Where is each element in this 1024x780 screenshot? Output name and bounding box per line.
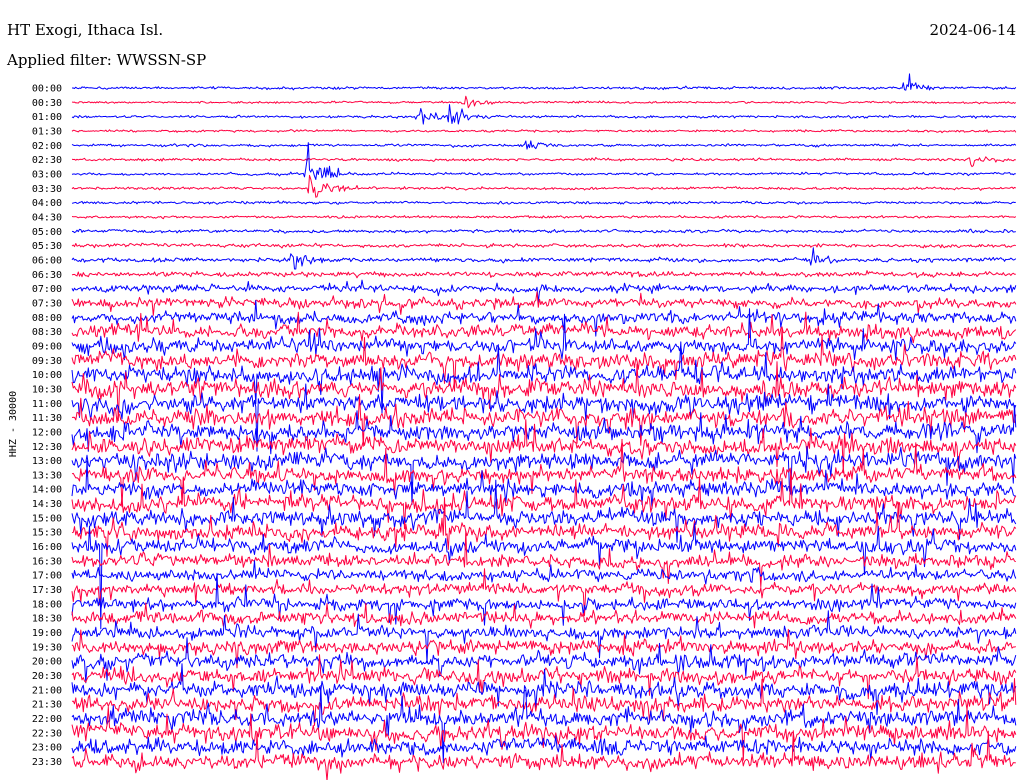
time-label-1430: 14:30 — [32, 499, 62, 510]
time-label-1730: 17:30 — [32, 585, 62, 596]
trace-0600 — [71, 247, 1017, 270]
time-label-2300: 23:00 — [32, 743, 62, 754]
time-label-0300: 03:00 — [32, 170, 62, 181]
time-label-2100: 21:00 — [32, 685, 62, 696]
trace-0100 — [71, 104, 1017, 125]
trace-0700 — [71, 279, 1017, 303]
time-label-1500: 15:00 — [32, 513, 62, 524]
time-label-0030: 00:30 — [32, 98, 62, 109]
time-label-2330: 23:30 — [32, 757, 62, 768]
trace-1830 — [71, 602, 1017, 629]
time-label-0400: 04:00 — [32, 198, 62, 209]
time-label-0430: 04:30 — [32, 213, 62, 224]
time-label-1530: 15:30 — [32, 528, 62, 539]
time-label-2230: 22:30 — [32, 728, 62, 739]
time-label-0930: 09:30 — [32, 356, 62, 367]
trace-0300 — [71, 142, 1016, 180]
time-label-0200: 02:00 — [32, 141, 62, 152]
time-label-0130: 01:30 — [32, 127, 62, 138]
time-label-0100: 01:00 — [32, 112, 62, 123]
time-label-2130: 21:30 — [32, 700, 62, 711]
time-label-1300: 13:00 — [32, 456, 62, 467]
helicorder-plot: 00:00 00:30 01:00 01:30 02:00 02:30 03:00 03:30… — [8, 73, 1017, 780]
trace-0000 — [72, 73, 1017, 91]
time-label-1800: 18:00 — [32, 599, 62, 610]
time-label-0530: 05:30 — [32, 241, 62, 252]
trace-0430 — [71, 214, 1017, 220]
time-label-0830: 08:30 — [32, 327, 62, 338]
time-label-0700: 07:00 — [32, 284, 62, 295]
time-label-2000: 20:00 — [32, 657, 62, 668]
trace-1700 — [71, 560, 1017, 585]
time-label-1930: 19:30 — [32, 642, 62, 653]
trace-0800 — [71, 300, 1017, 337]
time-label-1100: 11:00 — [32, 399, 62, 410]
time-label-1400: 14:00 — [32, 485, 62, 496]
time-label-0500: 05:00 — [32, 227, 62, 238]
time-label-0730: 07:30 — [32, 298, 62, 309]
time-label-2200: 22:00 — [32, 714, 62, 725]
time-label-0330: 03:30 — [32, 184, 62, 195]
time-label-1900: 19:00 — [32, 628, 62, 639]
trace-1030 — [71, 361, 1017, 422]
trace-0230 — [71, 156, 1016, 168]
time-label-1600: 16:00 — [32, 542, 62, 553]
time-label-0230: 02:30 — [32, 155, 62, 166]
time-label-1030: 10:30 — [32, 384, 62, 395]
trace-2200 — [71, 685, 1017, 764]
time-label-1830: 18:30 — [32, 614, 62, 625]
time-label-0600: 06:00 — [32, 256, 62, 267]
trace-0130 — [71, 129, 1017, 134]
trace-2300 — [71, 735, 1017, 761]
time-label-1330: 13:30 — [32, 470, 62, 481]
time-label-1230: 12:30 — [32, 442, 62, 453]
time-label-0900: 09:00 — [32, 341, 62, 352]
trace-0530 — [71, 242, 1016, 249]
time-label-0000: 00:00 — [32, 84, 62, 95]
trace-0930 — [71, 326, 1017, 392]
time-labels: 00:00 00:30 01:00 01:30 02:00 02:30 03:00 03:30… — [32, 84, 62, 769]
trace-0330 — [71, 174, 1017, 198]
trace-0730 — [71, 291, 1017, 316]
trace-0630 — [71, 270, 1016, 279]
time-label-0630: 06:30 — [32, 270, 62, 281]
trace-0030 — [71, 95, 1017, 109]
channel-label: HHZ - 30000 — [8, 391, 19, 457]
time-label-0800: 08:00 — [32, 313, 62, 324]
time-label-1700: 17:00 — [32, 571, 62, 582]
trace-0400 — [71, 200, 1016, 205]
trace-0200 — [71, 140, 1017, 150]
time-label-2030: 20:30 — [32, 671, 62, 682]
trace-0500 — [71, 228, 1016, 234]
time-label-1630: 16:30 — [32, 556, 62, 567]
traces-layer — [71, 73, 1017, 780]
time-label-1130: 11:30 — [32, 413, 62, 424]
time-label-1200: 12:00 — [32, 427, 62, 438]
time-label-1000: 10:00 — [32, 370, 62, 381]
